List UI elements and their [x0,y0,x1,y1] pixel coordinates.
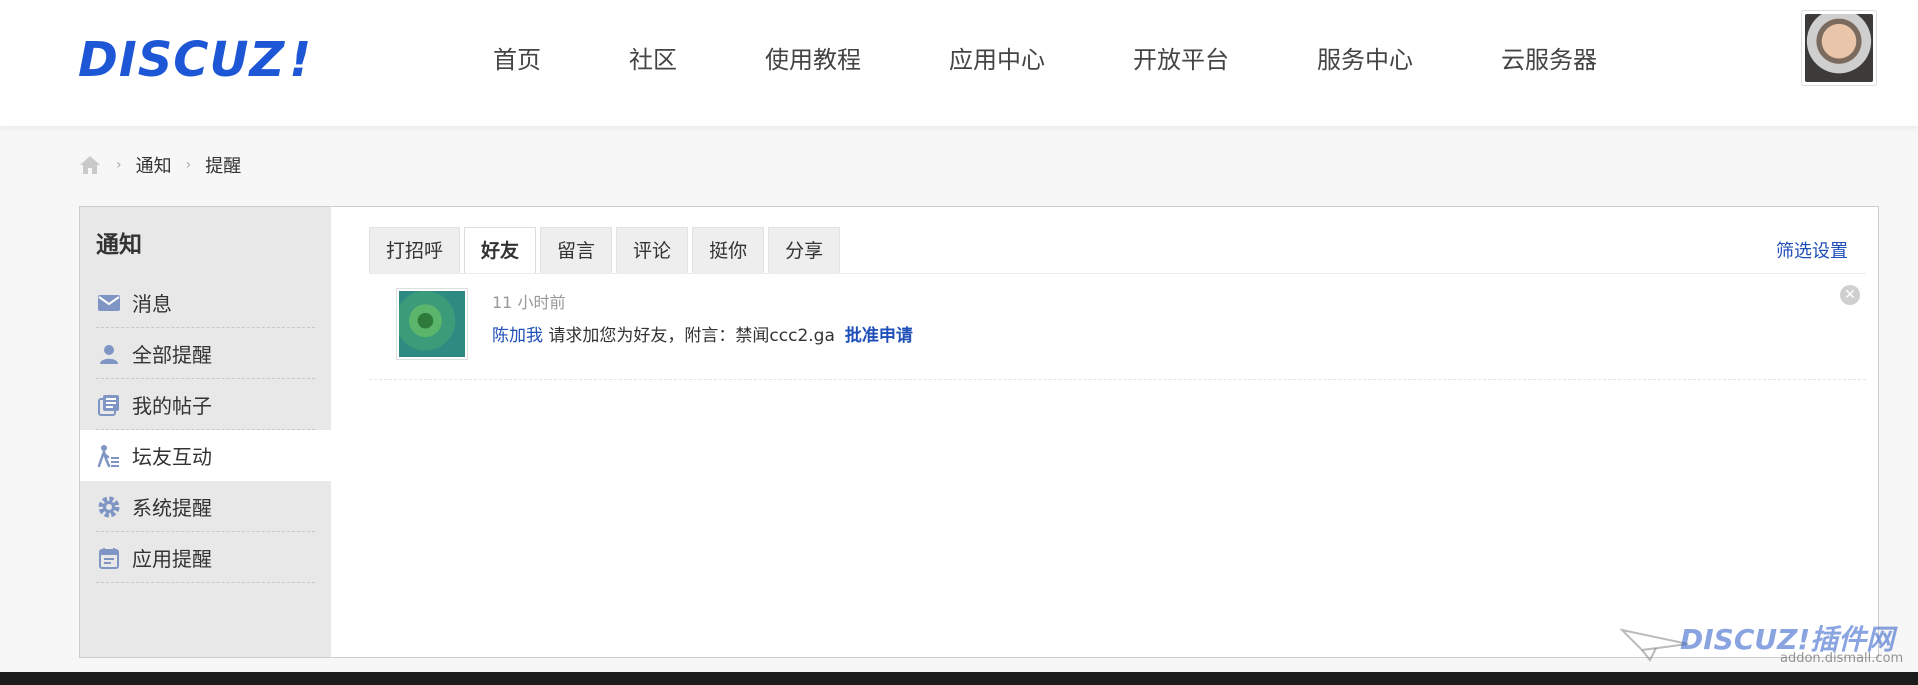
user-avatar[interactable] [1801,10,1877,86]
notice-tabs: 打招呼 好友 留言 评论 挺你 分享 [369,227,844,274]
nav-item-cloud-server[interactable]: 云服务器 [1501,40,1597,80]
envelope-icon [96,290,122,316]
logo-bang: ! [289,32,313,88]
notice-message: 陈加我 请求加您为好友，附言：禁闻ccc2.ga 批准申请 [492,321,913,346]
sidebar-item-app-reminders[interactable]: 应用提醒 [80,532,331,583]
breadcrumb-separator: › [185,157,192,173]
tab-greet[interactable]: 打招呼 [369,227,461,274]
sidebar-title: 通知 [96,232,142,258]
logo-text: DISCUZ [78,32,286,88]
sender-avatar[interactable] [396,288,468,360]
watermark-url: addon.dismall.com [1780,651,1904,666]
nav-item-open-platform[interactable]: 开放平台 [1133,40,1229,80]
sidebar-item-all-reminders[interactable]: 全部提醒 [80,328,331,379]
breadcrumb: › 通知 › 提醒 [78,152,241,178]
close-icon[interactable]: ✕ [1840,285,1860,305]
notice-item: 11 小时前 陈加我 请求加您为好友，附言：禁闻ccc2.ga 批准申请 ✕ [369,273,1866,380]
site-logo[interactable]: DISCUZ! [78,30,312,90]
approve-request-link[interactable]: 批准申请 [845,326,913,346]
notice-message-text: 请求加您为好友，附言：禁闻ccc2.ga [543,326,835,346]
posts-icon [96,392,122,418]
breadcrumb-item-reminder[interactable]: 提醒 [205,152,241,178]
site-header: DISCUZ! 首页 社区 使用教程 应用中心 开放平台 服务中心 云服务器 [0,0,1918,126]
filter-settings-link[interactable]: 筛选设置 [1776,237,1848,263]
tab-support[interactable]: 挺你 [692,227,765,274]
notice-panel: 通知 消息 全部提醒 我的帖子 坛友互动 系统提醒 应用提醒 打招呼 好友 留言… [79,206,1879,658]
sidebar-item-label: 消息 [132,292,172,316]
main-nav: 首页 社区 使用教程 应用中心 开放平台 服务中心 云服务器 [493,40,1685,80]
home-icon[interactable] [78,154,102,176]
sidebar-item-label: 我的帖子 [132,394,212,418]
breadcrumb-separator: › [116,157,122,173]
sidebar-item-system-reminders[interactable]: 系统提醒 [80,481,331,532]
sidebar-item-label: 应用提醒 [132,547,212,571]
sidebar-item-label: 系统提醒 [132,496,212,520]
user-icon [96,341,122,367]
sidebar-item-my-posts[interactable]: 我的帖子 [80,379,331,430]
footer-bar [0,672,1918,685]
sender-name-link[interactable]: 陈加我 [492,326,543,346]
content-area: 打招呼 好友 留言 评论 挺你 分享 筛选设置 11 小时前 陈加我 请求加您为… [331,207,1878,657]
gear-icon [96,494,122,520]
tab-share[interactable]: 分享 [768,227,841,274]
sidebar-item-interaction[interactable]: 坛友互动 [80,430,331,481]
nav-item-service-center[interactable]: 服务中心 [1317,40,1413,80]
sidebar-item-label: 全部提醒 [132,343,212,367]
sidebar-item-label: 坛友互动 [132,445,212,469]
tab-comments[interactable]: 评论 [616,227,689,274]
sender-avatar-image [399,291,465,357]
sidebar: 通知 消息 全部提醒 我的帖子 坛友互动 系统提醒 应用提醒 [80,207,331,657]
sidebar-list: 消息 全部提醒 我的帖子 坛友互动 系统提醒 应用提醒 [80,277,331,583]
nav-item-community[interactable]: 社区 [629,40,677,80]
nav-item-app-center[interactable]: 应用中心 [949,40,1045,80]
notice-time: 11 小时前 [492,293,566,312]
calendar-icon [96,545,122,571]
interaction-icon [96,443,122,469]
breadcrumb-item-notice[interactable]: 通知 [136,152,172,178]
avatar-image [1805,14,1873,82]
tab-friends[interactable]: 好友 [464,227,537,274]
tab-comments-wall[interactable]: 留言 [540,227,613,274]
nav-item-tutorials[interactable]: 使用教程 [765,40,861,80]
sidebar-item-messages[interactable]: 消息 [80,277,331,328]
nav-item-home[interactable]: 首页 [493,40,541,80]
watermark: DISCUZ!插件网 addon.dismall.com [1620,618,1910,668]
